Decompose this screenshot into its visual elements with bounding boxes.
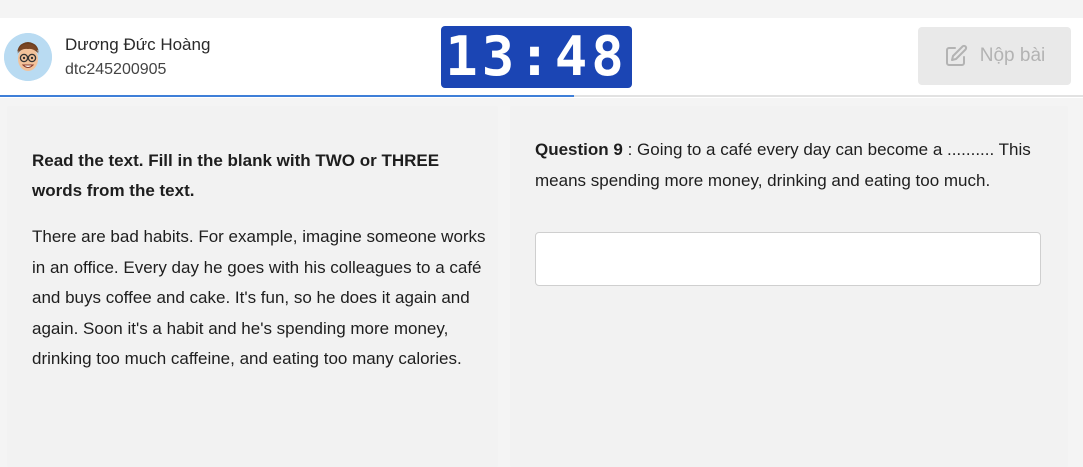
avatar [4,33,52,81]
user-name: Dương Đức Hoàng [65,35,211,54]
user-id: dtc245200905 [65,61,167,78]
timer-display: 13:48 [445,25,628,88]
submit-label: Nộp bài [979,45,1046,66]
answer-input[interactable] [535,232,1041,286]
edit-icon [945,44,967,66]
question-separator: : [622,140,638,159]
question-text-block: Question 9 : Going to a café every day c… [535,135,1045,196]
question-label: Question 9 [535,140,623,159]
exam-page: Dương Đức Hoàng dtc245200905 13:48 Nộp b… [0,0,1083,467]
submit-button[interactable]: Nộp bài [918,27,1071,85]
progress-bar [0,95,574,97]
avatar-face-icon [4,33,52,81]
passage-instruction: Read the text. Fill in the blank with TW… [32,151,440,200]
passage-text: There are bad habits. For example, imagi… [32,227,486,368]
countdown-timer: 13:48 [441,26,632,88]
